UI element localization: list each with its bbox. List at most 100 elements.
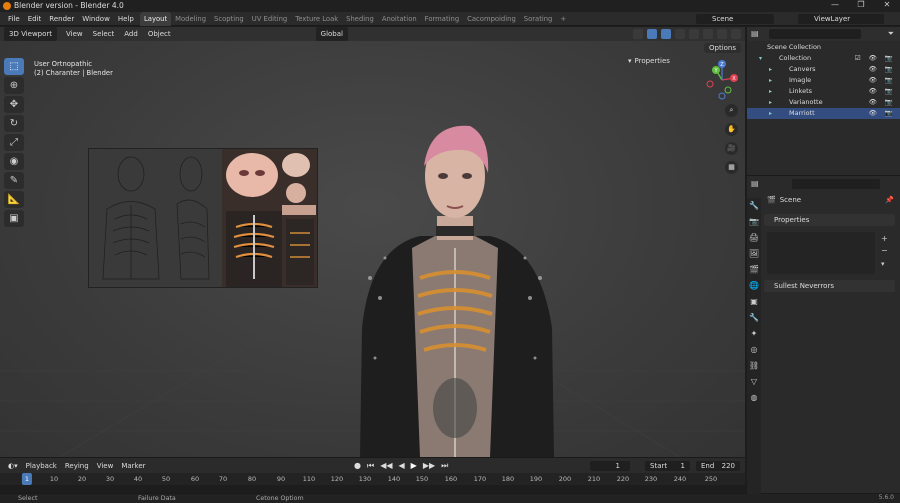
filter-icon[interactable]: ⏷ xyxy=(888,29,894,39)
visibility-icon[interactable]: ☑ 👁 📷 xyxy=(855,53,896,64)
tab-uv-editing[interactable]: UV Editing xyxy=(248,12,291,26)
timeline-editor-icon[interactable]: ◐▾ xyxy=(4,458,22,474)
visibility-icon[interactable] xyxy=(633,29,643,39)
material-tab-icon[interactable]: ◍ xyxy=(747,390,761,406)
character-model[interactable] xyxy=(340,118,570,457)
navigation-gizmo[interactable]: X Y Z xyxy=(700,58,744,102)
frame-ruler[interactable]: 1 10 20 30 40 50 60 70 80 90 110 120 130… xyxy=(0,473,745,485)
scale-icon[interactable]: ⤢ xyxy=(4,134,24,151)
current-frame-field[interactable]: 1 xyxy=(590,461,630,471)
tab-modeling[interactable]: Modeling xyxy=(171,12,210,26)
play-reverse-icon[interactable]: ◀ xyxy=(397,458,407,474)
transform-icon[interactable]: ◉ xyxy=(4,153,24,170)
menu-file[interactable]: File xyxy=(4,12,24,26)
menu-add[interactable]: Add xyxy=(119,27,143,41)
play-icon[interactable]: ▶ xyxy=(409,458,419,474)
menu-render[interactable]: Render xyxy=(45,12,78,26)
menu-playback[interactable]: Playback xyxy=(22,458,61,474)
tab-shading[interactable]: Sheding xyxy=(342,12,378,26)
tab-sculpting[interactable]: Scopting xyxy=(210,12,248,26)
properties-search-input[interactable] xyxy=(792,179,880,189)
cursor-icon[interactable]: ⊕ xyxy=(4,77,24,94)
tool-tab-icon[interactable]: 🔧 xyxy=(747,198,761,214)
camera-icon[interactable]: 🎥 xyxy=(725,142,738,155)
outliner-type-icon[interactable]: ▤ xyxy=(751,29,759,38)
expand-icon[interactable]: ▸ xyxy=(769,64,772,75)
next-keyframe-icon[interactable]: ▶▶ xyxy=(421,458,437,474)
editor-type-dropdown[interactable]: 3D Viewport xyxy=(4,27,58,41)
add-icon[interactable]: + xyxy=(881,234,888,243)
menu-object[interactable]: Object xyxy=(143,27,176,41)
tab-compositing[interactable]: Cacompoiding xyxy=(463,12,520,26)
expand-icon[interactable]: ▸ xyxy=(769,108,772,119)
scene-tab-icon[interactable]: 🎬 xyxy=(747,262,761,278)
pan-hand-icon[interactable]: ✋ xyxy=(725,123,738,136)
solid-shading-icon[interactable] xyxy=(703,29,713,39)
viewlayer-selector[interactable]: ViewLayer xyxy=(798,14,884,24)
jump-start-icon[interactable]: ⏮ xyxy=(365,458,376,474)
expand-icon[interactable]: ▸ xyxy=(769,97,772,108)
properties-type-icon[interactable]: ▤ xyxy=(751,179,759,188)
zoom-icon[interactable]: ⌕ xyxy=(725,104,738,117)
visibility-icon[interactable]: 👁 📷 xyxy=(869,75,896,86)
rotate-icon[interactable]: ↻ xyxy=(4,115,24,132)
visibility-icon[interactable]: 👁 📷 xyxy=(869,64,896,75)
render-tab-icon[interactable]: 📷 xyxy=(747,214,761,230)
start-frame-field[interactable]: Start 1 xyxy=(645,461,690,471)
xray-icon[interactable] xyxy=(675,29,685,39)
tab-rendering[interactable]: Formating xyxy=(421,12,463,26)
outliner-item-selected[interactable]: ▸ Marriott 👁 📷 xyxy=(747,108,900,119)
rendered-shading-icon[interactable] xyxy=(731,29,741,39)
gizmo-toggle-icon[interactable] xyxy=(647,29,657,39)
object-tab-icon[interactable]: ▣ xyxy=(747,294,761,310)
close-button[interactable]: ✕ xyxy=(874,0,900,12)
menu-keying[interactable]: Reying xyxy=(61,458,93,474)
expand-icon[interactable]: ▸ xyxy=(769,86,772,97)
output-tab-icon[interactable]: 🖨 xyxy=(747,230,761,246)
visibility-icon[interactable]: 👁 📷 xyxy=(869,97,896,108)
outliner-scene-collection[interactable]: Scene Collection xyxy=(747,42,900,53)
physics-tab-icon[interactable]: ◎ xyxy=(747,342,761,358)
prev-keyframe-icon[interactable]: ◀◀ xyxy=(378,458,394,474)
end-frame-field[interactable]: End 220 xyxy=(696,461,740,471)
visibility-icon[interactable]: 👁 📷 xyxy=(869,86,896,97)
menu-marker[interactable]: Marker xyxy=(117,458,149,474)
menu-view[interactable]: View xyxy=(61,27,88,41)
visibility-icon[interactable]: 👁 📷 xyxy=(869,108,896,119)
view-layer-tab-icon[interactable]: 🖼 xyxy=(747,246,761,262)
record-icon[interactable]: ● xyxy=(352,458,363,474)
tab-layout[interactable]: Layout xyxy=(140,12,172,26)
transform-orientation-dropdown[interactable]: Global xyxy=(315,27,348,41)
move-icon[interactable]: ✥ xyxy=(4,96,24,113)
chevron-down-icon[interactable]: ▾ xyxy=(881,260,885,268)
remove-icon[interactable]: − xyxy=(881,246,888,255)
menu-help[interactable]: Help xyxy=(114,12,138,26)
annotate-icon[interactable]: ✎ xyxy=(4,172,24,189)
modifier-tab-icon[interactable]: 🔧 xyxy=(747,310,761,326)
properties-toggle[interactable]: ▾ Properties xyxy=(628,57,670,65)
outliner-item[interactable]: ▸ Canvers 👁 📷 xyxy=(747,64,900,75)
particles-tab-icon[interactable]: ✦ xyxy=(747,326,761,342)
panel-properties-header[interactable]: Properties xyxy=(764,214,895,226)
outliner-item[interactable]: ▸ Linkets 👁 📷 xyxy=(747,86,900,97)
menu-window[interactable]: Window xyxy=(78,12,114,26)
reference-image-plane[interactable] xyxy=(88,148,318,288)
world-tab-icon[interactable]: 🌐 xyxy=(747,278,761,294)
maximize-button[interactable]: ❐ xyxy=(848,0,874,12)
overlay-toggle-icon[interactable] xyxy=(661,29,671,39)
menu-select[interactable]: Select xyxy=(88,27,120,41)
tab-animation[interactable]: Anoitation xyxy=(378,12,421,26)
minimize-button[interactable]: — xyxy=(822,0,848,12)
menu-timeline-view[interactable]: View xyxy=(93,458,118,474)
wireframe-shading-icon[interactable] xyxy=(689,29,699,39)
expand-icon[interactable]: ▸ xyxy=(769,75,772,86)
outliner-collection[interactable]: ▾ Collection ☑ 👁 📷 xyxy=(747,53,900,64)
jump-end-icon[interactable]: ⏭ xyxy=(439,458,450,474)
select-cursor-icon[interactable]: ⬚ xyxy=(4,58,24,75)
expand-icon[interactable]: ▾ xyxy=(759,53,762,64)
pin-icon[interactable]: 📌 xyxy=(885,196,894,204)
measure-icon[interactable]: 📐 xyxy=(4,191,24,208)
options-dropdown[interactable]: Options xyxy=(704,43,742,53)
scene-selector[interactable]: Scene xyxy=(696,14,774,24)
outliner-search-input[interactable] xyxy=(769,29,861,39)
